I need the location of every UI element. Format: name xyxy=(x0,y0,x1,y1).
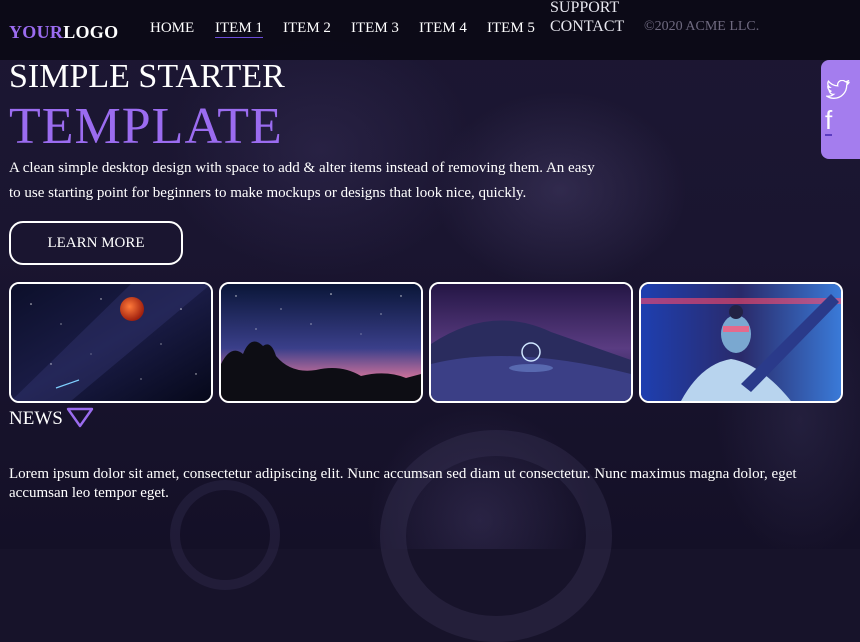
gallery-card-night-sky[interactable] xyxy=(9,282,213,403)
learn-more-button[interactable]: LEARN MORE xyxy=(9,221,183,265)
hero-subtitle: SIMPLE STARTER xyxy=(9,58,285,95)
logo[interactable]: YOURLOGO xyxy=(9,22,118,43)
nav-item-1[interactable]: ITEM 1 xyxy=(215,20,263,38)
gallery-card-snowy-hill[interactable] xyxy=(429,282,633,403)
night-sky-image xyxy=(11,284,211,401)
nav-item-4[interactable]: ITEM 4 xyxy=(419,20,467,37)
nav-item-3[interactable]: ITEM 3 xyxy=(351,20,399,37)
background-decoration xyxy=(380,430,612,642)
gallery-card-starry-rocks[interactable] xyxy=(219,282,423,403)
cyber-robot-image xyxy=(641,284,841,401)
hero-description: A clean simple desktop design with space… xyxy=(9,160,595,201)
facebook-icon[interactable]: f xyxy=(825,106,833,136)
hero-title: TEMPLATE xyxy=(9,98,283,155)
triangle-down-icon[interactable] xyxy=(66,407,94,434)
twitter-icon[interactable] xyxy=(824,79,850,105)
top-navbar: YOURLOGO HOME ITEM 1 ITEM 2 ITEM 3 ITEM … xyxy=(0,0,860,60)
nav-home[interactable]: HOME xyxy=(150,20,194,37)
nav-item-2[interactable]: ITEM 2 xyxy=(283,20,331,37)
news-heading: NEWS xyxy=(9,408,63,429)
nav-support[interactable]: SUPPORT xyxy=(550,0,619,17)
snowy-hill-image xyxy=(431,284,631,401)
logo-part-2: LOGO xyxy=(63,22,119,42)
nav-item-5[interactable]: ITEM 5 xyxy=(487,20,535,37)
nav-contact[interactable]: CONTACT xyxy=(550,18,624,36)
copyright-text: ©2020 ACME LLC. xyxy=(644,19,760,34)
news-body: Lorem ipsum dolor sit amet, consectetur … xyxy=(9,466,797,501)
starry-rocks-image xyxy=(221,284,421,401)
social-sidebar: f xyxy=(821,60,860,159)
logo-part-1: YOUR xyxy=(9,22,64,42)
gallery-card-cyber-robot[interactable] xyxy=(639,282,843,403)
